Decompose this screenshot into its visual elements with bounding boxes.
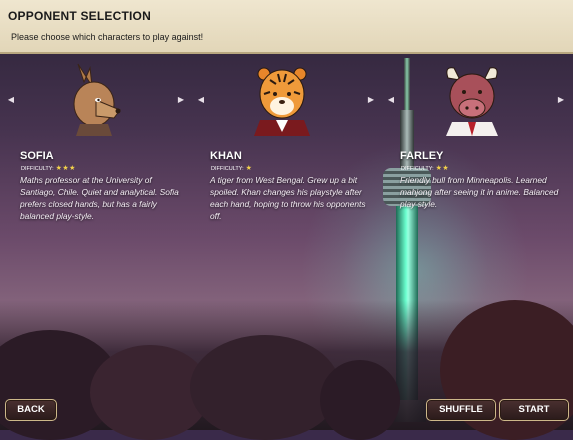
opponent-description: Friendly bull from Minneapolis. Learned … xyxy=(400,175,559,209)
bull-portrait-icon[interactable] xyxy=(440,60,504,136)
page-subtitle: Please choose which characters to play a… xyxy=(11,32,204,42)
difficulty-label: DIFFICULTY: xyxy=(401,166,434,172)
back-button[interactable]: BACK xyxy=(5,399,57,421)
difficulty-stars: ★★ xyxy=(435,165,450,172)
kangaroo-portrait-icon[interactable] xyxy=(60,60,124,136)
tiger-portrait-icon[interactable] xyxy=(250,60,314,136)
header-bar: OPPONENT SELECTION Please choose which c… xyxy=(0,0,573,54)
page-title: OPPONENT SELECTION xyxy=(8,9,151,23)
tree-silhouette xyxy=(190,335,340,440)
difficulty-label: DIFFICULTY: xyxy=(21,166,54,172)
next-opponent-arrow[interactable]: ▶ xyxy=(556,94,566,106)
prev-opponent-arrow[interactable]: ◀ xyxy=(386,94,396,106)
shuffle-button[interactable]: SHUFFLE xyxy=(426,399,496,421)
opponent-description: Maths professor at the University of San… xyxy=(20,175,179,221)
opponent-slot-1: ◀ ▶ SOFIA DIFFICULTY: ★★★ Maths professor… xyxy=(2,58,192,238)
opponent-description: A tiger from West Bengal. Grew up a bit … xyxy=(210,175,366,221)
difficulty-row: DIFFICULTY: ★ xyxy=(211,164,252,172)
opponent-slot-2: ◀ ▶ KHAN DIFFICULTY: ★ A tiger from West … xyxy=(192,58,382,238)
opponent-name: KHAN xyxy=(210,150,242,162)
tree-silhouette xyxy=(320,360,400,440)
opponent-slot-3: ◀ ▶ FARLEY DIFFICULTY: ★★ Friendly bull f… xyxy=(382,58,572,238)
difficulty-stars: ★ xyxy=(245,165,253,172)
difficulty-stars: ★★★ xyxy=(55,165,76,172)
next-opponent-arrow[interactable]: ▶ xyxy=(176,94,186,106)
opponent-name: SOFIA xyxy=(20,150,54,162)
difficulty-label: DIFFICULTY: xyxy=(211,166,244,172)
difficulty-row: DIFFICULTY: ★★ xyxy=(401,164,449,172)
opponent-name: FARLEY xyxy=(400,150,444,162)
prev-opponent-arrow[interactable]: ◀ xyxy=(196,94,206,106)
difficulty-row: DIFFICULTY: ★★★ xyxy=(21,164,76,172)
start-button[interactable]: START xyxy=(499,399,569,421)
prev-opponent-arrow[interactable]: ◀ xyxy=(6,94,16,106)
next-opponent-arrow[interactable]: ▶ xyxy=(366,94,376,106)
